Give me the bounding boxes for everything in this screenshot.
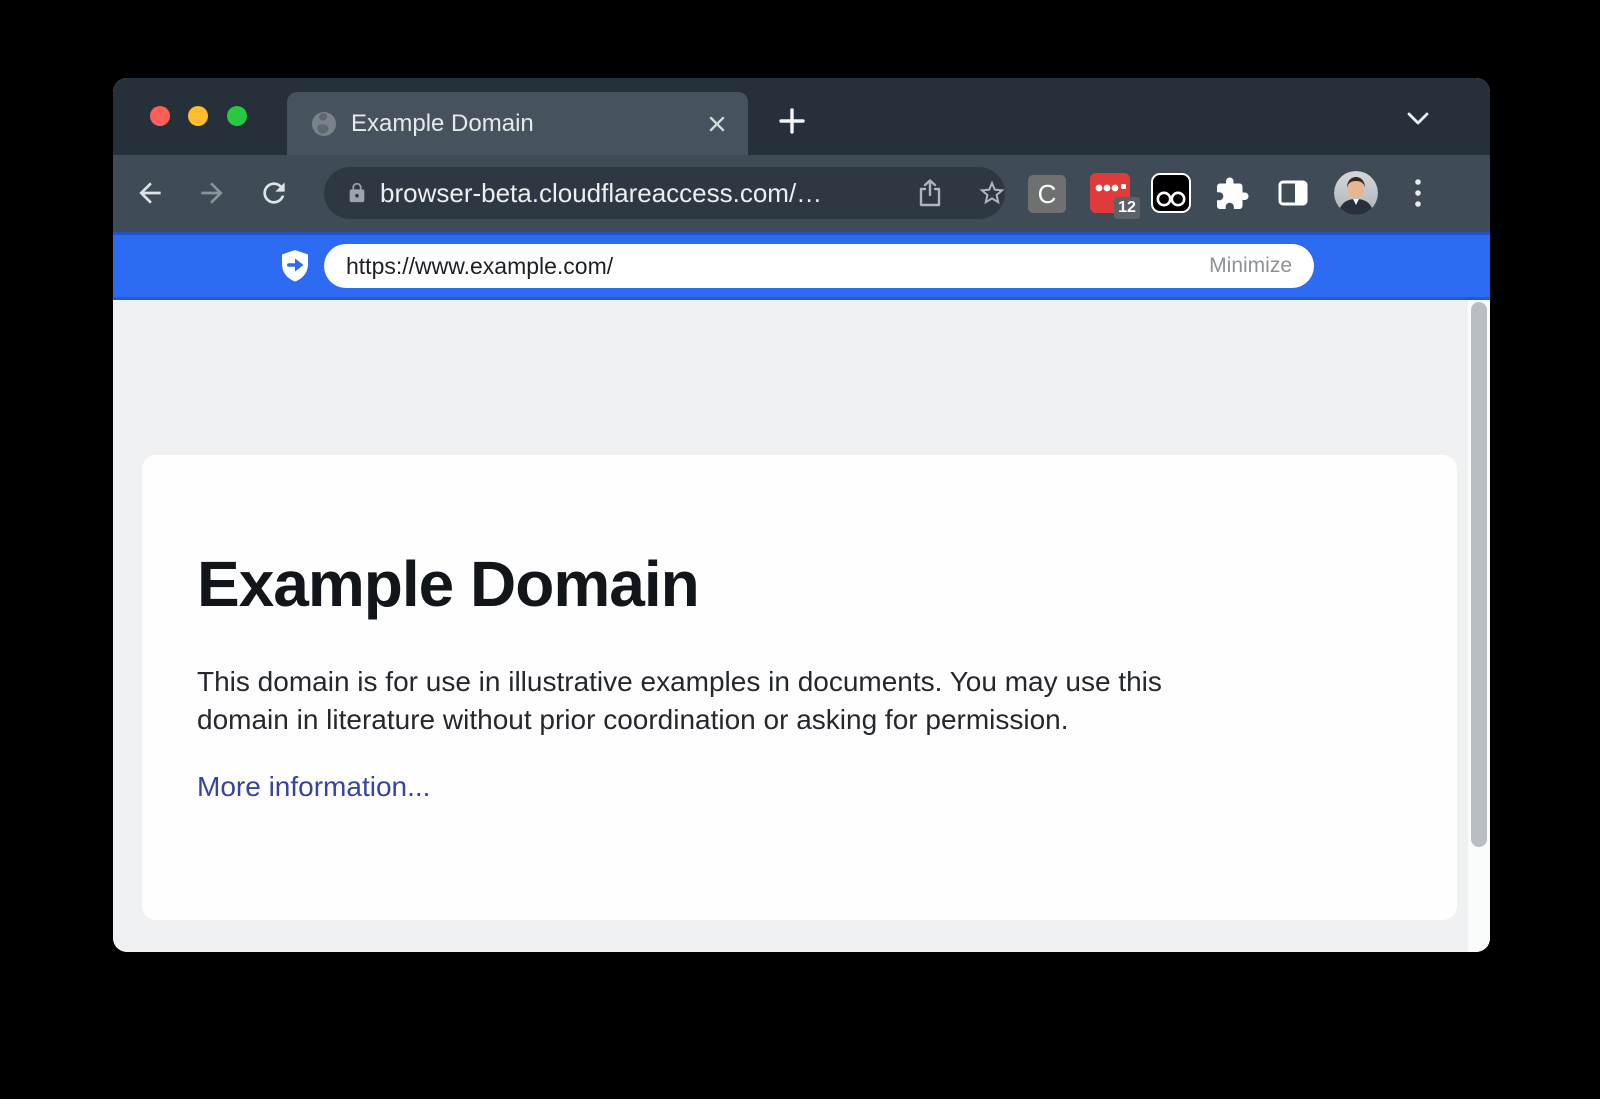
isolation-url-bar: https://www.example.com/ Minimize bbox=[113, 232, 1490, 300]
body-line-2: domain in literature without prior coord… bbox=[197, 701, 1357, 739]
scrollbar-track[interactable] bbox=[1468, 300, 1490, 952]
tab-example-domain[interactable]: Example Domain bbox=[287, 92, 748, 155]
forward-arrow-icon[interactable] bbox=[196, 177, 228, 209]
tab-title: Example Domain bbox=[351, 110, 706, 138]
close-window-button[interactable] bbox=[150, 106, 170, 126]
bookmark-star-icon[interactable] bbox=[976, 178, 1008, 208]
side-panel-icon[interactable] bbox=[1276, 176, 1310, 210]
page-viewport: Example Domain This domain is for use in… bbox=[113, 300, 1490, 952]
extension-red-dots-icon[interactable]: 12 bbox=[1090, 173, 1130, 213]
browser-window: Example Domain bbox=[113, 78, 1490, 952]
page-title: Example Domain bbox=[197, 547, 1397, 621]
isolated-address-input[interactable]: https://www.example.com/ Minimize bbox=[324, 244, 1314, 288]
minimize-window-button[interactable] bbox=[188, 106, 208, 126]
address-bar[interactable]: browser-beta.cloudflareaccess.com/… bbox=[324, 167, 1005, 219]
body-line-1: This domain is for use in illustrative e… bbox=[197, 663, 1357, 701]
kebab-menu-icon[interactable] bbox=[1412, 177, 1424, 211]
more-information-link[interactable]: More information... bbox=[197, 771, 430, 803]
extension-oo-icon[interactable] bbox=[1151, 173, 1191, 213]
extension-c-icon[interactable]: C bbox=[1028, 175, 1066, 213]
new-tab-button[interactable] bbox=[777, 106, 807, 136]
profile-avatar[interactable] bbox=[1334, 171, 1378, 215]
navigation-toolbar: browser-beta.cloudflareaccess.com/… C bbox=[113, 155, 1490, 232]
puzzle-icon[interactable] bbox=[1214, 176, 1250, 212]
back-arrow-icon[interactable] bbox=[134, 177, 166, 209]
tab-close-icon[interactable] bbox=[706, 113, 728, 135]
globe-favicon-icon bbox=[311, 111, 337, 137]
isolated-url-text: https://www.example.com/ bbox=[346, 244, 613, 288]
minimize-button[interactable]: Minimize bbox=[1209, 244, 1292, 288]
content-card: Example Domain This domain is for use in… bbox=[142, 455, 1457, 920]
share-icon[interactable] bbox=[916, 178, 944, 208]
page-body-text: This domain is for use in illustrative e… bbox=[197, 663, 1357, 739]
tab-strip: Example Domain bbox=[113, 78, 1490, 155]
lock-icon[interactable] bbox=[346, 182, 368, 204]
reload-icon[interactable] bbox=[258, 177, 290, 209]
chevron-down-icon[interactable] bbox=[1404, 108, 1432, 130]
extension-badge: 12 bbox=[1114, 197, 1140, 219]
shield-arrow-icon bbox=[280, 249, 310, 283]
scrollbar-thumb[interactable] bbox=[1471, 302, 1487, 847]
address-bar-url: browser-beta.cloudflareaccess.com/… bbox=[380, 167, 822, 219]
zoom-window-button[interactable] bbox=[227, 106, 247, 126]
